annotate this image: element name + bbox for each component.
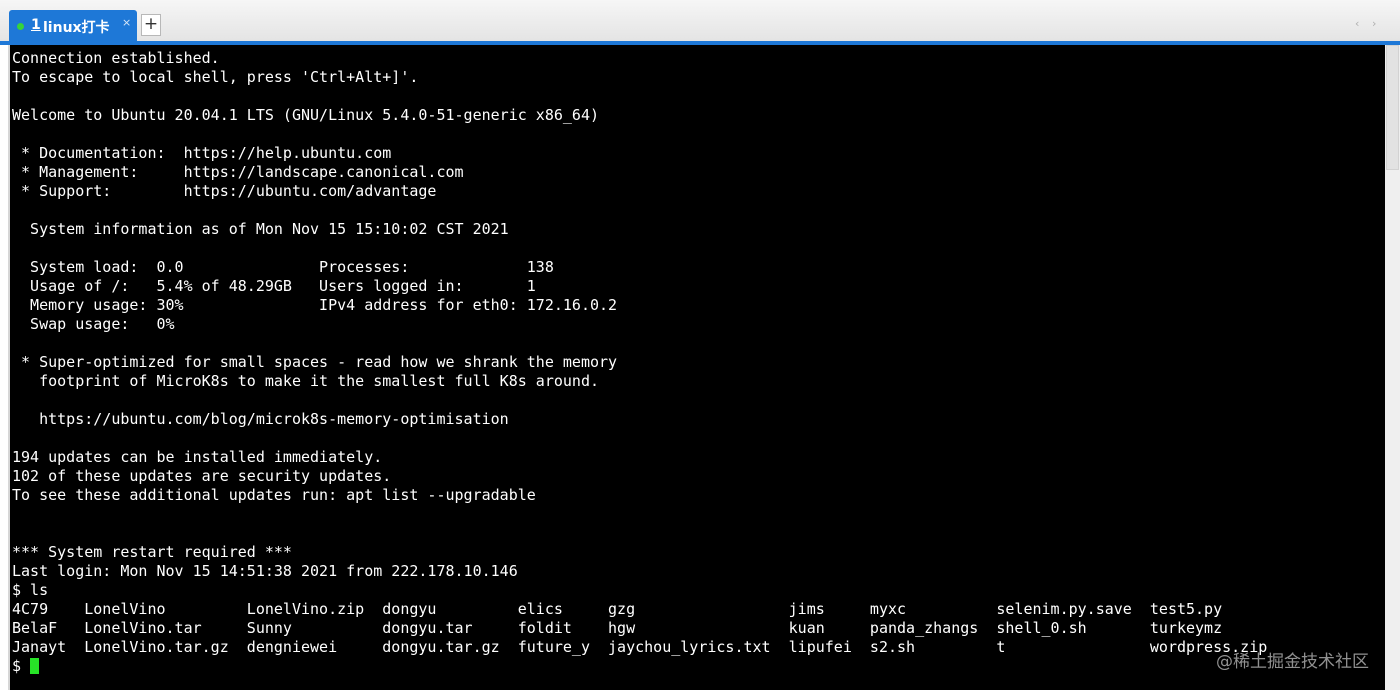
terminal-line: To escape to local shell, press 'Ctrl+Al… [12,68,419,86]
terminal-output: Connection established. To escape to loc… [12,49,1267,676]
terminal-window[interactable]: Connection established. To escape to loc… [8,45,1385,690]
terminal-lines: Connection established. To escape to loc… [12,49,1267,656]
terminal-line: * Support: https://ubuntu.com/advantage [21,182,437,200]
scrollbar-thumb[interactable] [1386,45,1399,170]
terminal-line: * Documentation: https://help.ubuntu.com [21,144,392,162]
scroll-tabs-left-icon[interactable]: ‹ [1355,17,1359,30]
terminal-line: https://ubuntu.com/blog/microk8s-memory-… [39,410,509,428]
terminal-line: * Management: https://landscape.canonica… [21,163,464,181]
terminal-line: Swap usage: 0% [30,315,175,333]
shell-prompt: $ [12,657,31,675]
terminal-line: 4C79 LonelVino LonelVino.zip dongyu elic… [12,600,1223,618]
terminal-line: To see these additional updates run: apt… [12,486,536,504]
terminal-line: Last login: Mon Nov 15 14:51:38 2021 fro… [12,562,518,580]
terminal-line: System information as of Mon Nov 15 15:1… [30,220,509,238]
watermark: @稀土掘金技术社区 [1216,652,1369,672]
terminal-line: * Super-optimized for small spaces - rea… [21,353,618,371]
terminal-cursor[interactable] [30,658,40,674]
terminal-line: System load: 0.0 Processes: 138 [30,258,554,276]
scroll-tabs-right-icon[interactable]: › [1372,17,1376,30]
terminal-line: $ ls [12,581,49,599]
tab-number: 1 [31,17,41,33]
terminal-line: Usage of /: 5.4% of 48.29GB Users logged… [30,277,536,295]
tab-close-icon[interactable]: × [122,16,131,29]
terminal-line: 102 of these updates are security update… [12,467,392,485]
terminal-line: footprint of MicroK8s to make it the sma… [39,372,599,390]
terminal-line: BelaF LonelVino.tar Sunny dongyu.tar fol… [12,619,1223,637]
tab-linux[interactable]: 1 linux打卡 × [9,10,137,41]
tab-bar: 1 linux打卡 × + ‹ › [0,0,1400,42]
terminal-line: Janayt LonelVino.tar.gz dengniewei dongy… [12,638,1268,656]
terminal-line: Connection established. [12,49,220,67]
tab-title: linux打卡 [43,20,110,36]
terminal-line: 194 updates can be installed immediately… [12,448,383,466]
terminal-line: *** System restart required *** [12,543,292,561]
new-tab-button[interactable]: + [141,14,161,36]
terminal-scrollbar[interactable] [1385,45,1400,690]
connection-status-icon [17,23,24,30]
terminal-line: Memory usage: 30% IPv4 address for eth0:… [30,296,618,314]
terminal-line: Welcome to Ubuntu 20.04.1 LTS (GNU/Linux… [12,106,599,124]
